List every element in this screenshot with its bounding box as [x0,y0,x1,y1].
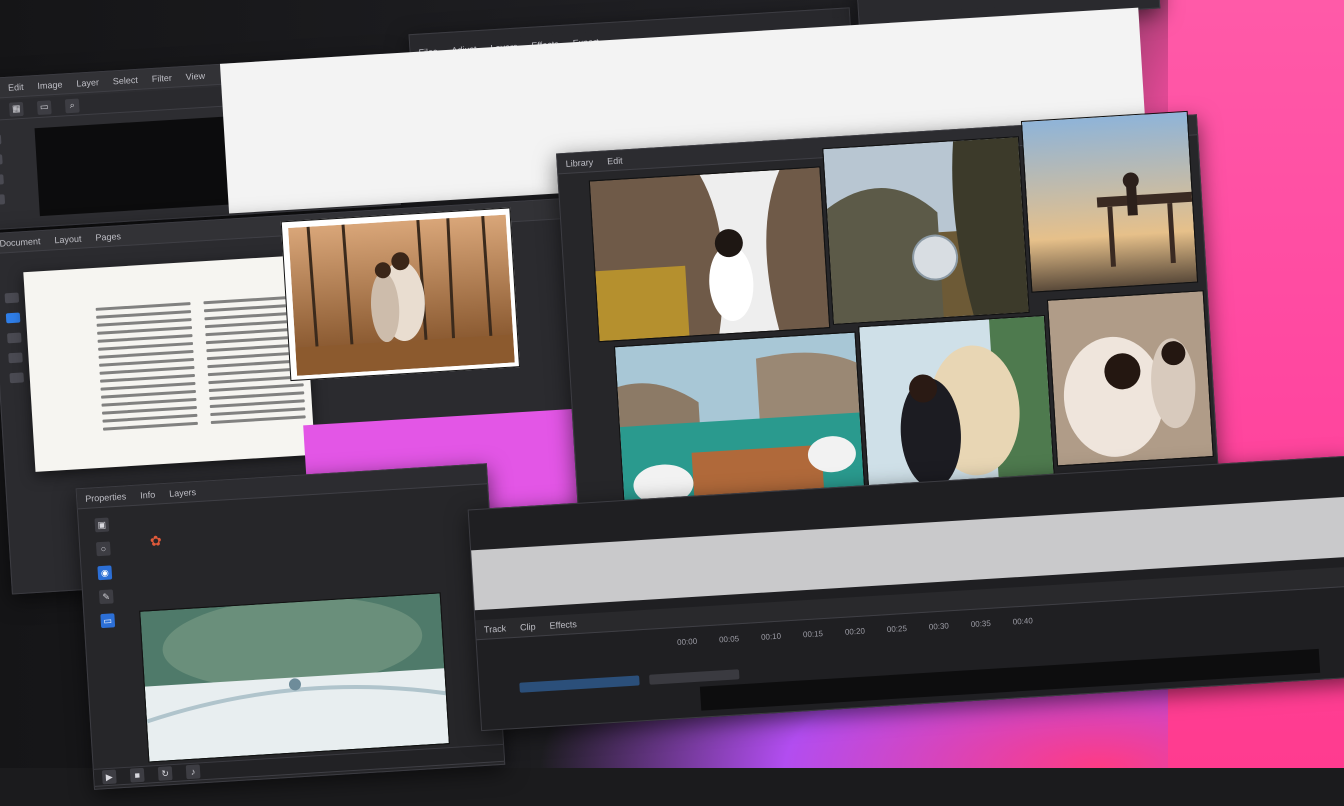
timeline-clip[interactable] [649,669,740,685]
menu-item[interactable]: Select [113,74,139,86]
gallery-thumb-sunset-pier[interactable] [1020,110,1199,293]
forest-photo[interactable] [280,207,521,382]
timeline-clip[interactable] [519,675,640,693]
ruler-tick: 00:20 [844,626,866,637]
flower-sticker-icon[interactable]: ✿ [149,532,162,550]
misty-road-photo[interactable] [139,592,450,763]
blur-icon[interactable]: ◉ [97,565,113,581]
document-icon[interactable]: ▭ [36,99,52,115]
image-icon[interactable]: ▣ [94,517,110,533]
select-tool[interactable] [4,292,20,304]
loop-icon[interactable]: ↻ [157,766,173,781]
circle-icon[interactable]: ○ [95,541,111,557]
text-column-left [95,302,199,436]
tab-info[interactable]: Info [140,489,156,500]
gallery-thumb-mirror-ball[interactable] [822,136,1030,325]
pen-icon[interactable]: ✎ [98,589,114,605]
shape-tool[interactable] [0,174,4,186]
menu-item[interactable]: Filter [151,72,172,83]
stop-icon[interactable]: ■ [129,767,145,783]
tab-layout[interactable]: Layout [54,233,82,245]
timeline-black-track [699,648,1321,711]
gallery-thumb-couple[interactable] [858,314,1056,499]
tilted-workspace: ● Edit Image Layer Select Filter View ⌂ … [0,0,1344,805]
volume-icon[interactable]: ♪ [185,764,201,780]
select-tool[interactable] [0,134,2,146]
ruler-tick: 00:00 [676,636,698,647]
tab-library[interactable]: Library [565,157,593,169]
gallery-thumb-waterfall[interactable] [588,166,831,343]
menu-item[interactable]: Image [37,79,63,91]
document-page[interactable] [23,255,315,472]
ruler-tick: 00:25 [886,623,908,635]
menu-item[interactable]: View [185,70,205,81]
ruler-tick: 00:05 [718,634,740,645]
folder-icon[interactable]: ▭ [100,613,116,629]
ruler-tick: 00:40 [1012,616,1034,627]
top-left-vertical-tools [0,134,11,206]
ruler-tick: 00:30 [928,621,950,632]
timeline-track-label[interactable]: Track [484,623,507,634]
tab-layers[interactable]: Layers [169,487,197,499]
gallery-thumb-portrait[interactable] [1046,290,1214,467]
lower-left-panel: Properties Info Layers ▣ ○ ◉ ✎ ▭ ✿ ▶ ■ ↻ [75,463,506,790]
tab-pages[interactable]: Pages [95,231,121,243]
text-tool[interactable] [5,312,21,324]
zoom-tool[interactable] [9,372,25,384]
tab-document[interactable]: Document [0,236,41,248]
ruler-tick: 00:35 [970,618,992,630]
shape-tool[interactable] [7,332,22,344]
tab-edit[interactable]: Edit [607,155,623,166]
tab-properties[interactable]: Properties [85,491,127,503]
ruler-tick: 00:10 [760,631,782,642]
hand-tool[interactable] [8,352,23,364]
forest-image [288,214,515,376]
timeline-clip-label[interactable]: Clip [520,621,536,632]
text-tool[interactable] [0,154,3,166]
hand-tool[interactable] [0,194,6,206]
play-icon[interactable]: ▶ [101,769,117,785]
lower-left-tools: ▣ ○ ◉ ✎ ▭ [88,517,121,629]
grid-icon[interactable]: ▦ [8,101,24,117]
menu-item[interactable]: Edit [8,81,24,92]
ruler-tick: 00:15 [802,629,824,640]
menu-item[interactable]: Layer [76,77,99,88]
timeline-effects-label[interactable]: Effects [549,619,577,631]
zoom-icon[interactable]: ⌕ [64,98,80,113]
